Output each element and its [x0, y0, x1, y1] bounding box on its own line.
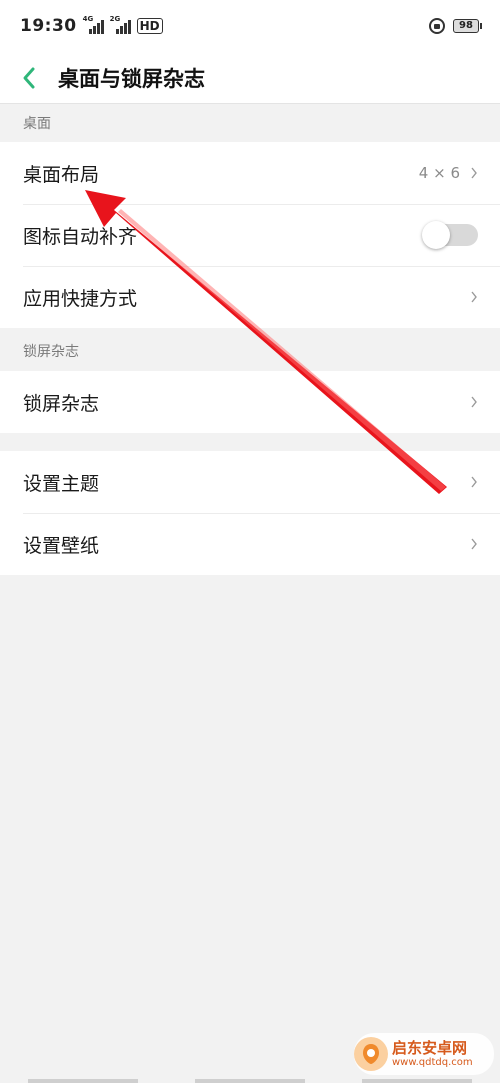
watermark-url: www.qdtdq.com: [392, 1056, 473, 1068]
group-desktop: 桌面布局 4 × 6 图标自动补齐 应用快捷方式: [0, 142, 500, 328]
battery-icon: 98: [453, 19, 482, 33]
page-header: 桌面与锁屏杂志: [0, 52, 500, 104]
row-label: 设置壁纸: [23, 534, 100, 557]
chevron-right-icon: [471, 167, 477, 179]
row-label: 桌面布局: [23, 163, 100, 186]
back-button[interactable]: [0, 52, 58, 104]
row-app-shortcuts[interactable]: 应用快捷方式: [0, 266, 500, 328]
hd-voice-icon: HD: [136, 18, 163, 34]
rotation-lock-icon: [429, 18, 445, 34]
watermark-logo-icon: [354, 1037, 388, 1071]
row-lock-magazine[interactable]: 锁屏杂志: [0, 371, 500, 433]
desktop-layout-value: 4 × 6: [418, 164, 460, 182]
group-lockscreen: 锁屏杂志: [0, 371, 500, 433]
row-label: 应用快捷方式: [23, 287, 138, 310]
chevron-right-icon: [471, 291, 477, 303]
watermark: 启东安卓网 www.qdtdq.com: [354, 1033, 494, 1075]
battery-level: 98: [453, 19, 479, 33]
chevron-right-icon: [471, 476, 477, 488]
chevron-right-icon: [471, 538, 477, 550]
status-bar: 19:30 4G 2G HD 98: [0, 0, 500, 52]
nav-gesture-bar: [0, 1079, 500, 1083]
auto-fill-toggle[interactable]: [422, 221, 478, 249]
row-auto-fill: 图标自动补齐: [0, 204, 500, 266]
group-personalize: 设置主题 设置壁纸: [0, 451, 500, 575]
chevron-right-icon: [471, 396, 477, 408]
watermark-title: 启东安卓网: [392, 1039, 468, 1058]
row-desktop-layout[interactable]: 桌面布局 4 × 6: [0, 142, 500, 204]
row-label: 图标自动补齐: [23, 225, 138, 248]
status-time: 19:30: [20, 16, 77, 36]
page-title: 桌面与锁屏杂志: [58, 66, 205, 91]
cell-signal-2-icon: 2G: [110, 15, 131, 34]
section-label-desktop: 桌面: [0, 104, 500, 142]
row-set-theme[interactable]: 设置主题: [0, 451, 500, 513]
row-label: 锁屏杂志: [23, 392, 100, 415]
row-set-wallpaper[interactable]: 设置壁纸: [0, 513, 500, 575]
cell-signal-icon: 4G: [83, 15, 104, 34]
back-arrow-icon: [23, 67, 35, 88]
row-label: 设置主题: [23, 472, 100, 495]
section-label-lockscreen: 锁屏杂志: [0, 332, 500, 370]
